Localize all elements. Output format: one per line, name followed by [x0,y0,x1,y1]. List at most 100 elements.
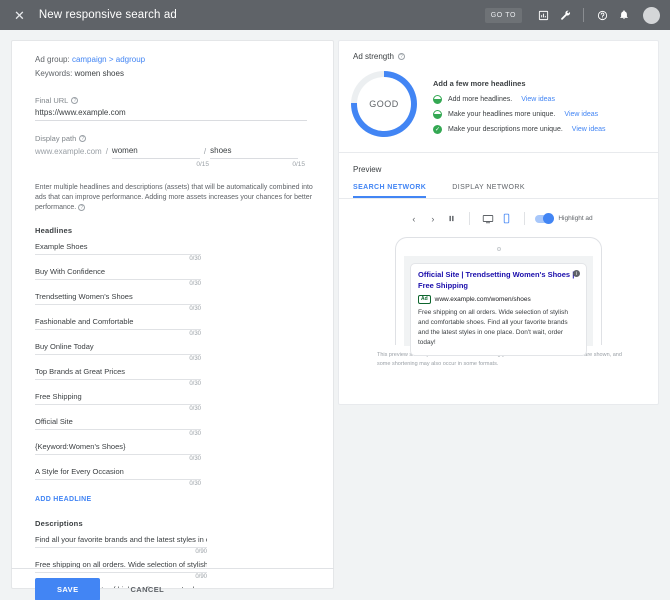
info-icon[interactable]: i [573,270,580,277]
headline-row: Trendsetting Women's Shoes 0/30 [35,288,316,313]
headline-input[interactable]: Free Shipping [35,388,201,405]
view-ideas-link[interactable]: View ideas [572,126,606,133]
help-question-icon[interactable]: ? [78,204,85,211]
headline-input[interactable]: {Keyword:Women's Shoes} [35,438,201,455]
page-title: New responsive search ad [39,9,177,21]
half-circle-icon [433,95,442,104]
toggle-switch[interactable] [535,215,553,223]
ad-group-row: Ad group: campaign > adgroup [35,55,316,64]
assets-helper-copy: Enter multiple headlines and description… [35,184,313,211]
ad-strength-score: GOOD [357,77,411,131]
display-path-slash-1: / [102,147,112,159]
help-question-icon[interactable] [591,4,613,26]
chevron-right-icon[interactable]: › [423,209,442,228]
headlines-list: Example Shoes 0/30 Buy With Confidence 0… [35,238,316,488]
keywords-label: Keywords: [35,69,72,78]
display-path-input-2[interactable]: shoes [210,146,298,159]
mobile-phone-icon[interactable] [497,209,516,228]
display-path-counters: 0/15 0/15 [35,161,316,168]
headlines-heading: Headlines [35,226,316,235]
ad-preview-card: i Official Site | Trendsetting Women's S… [410,263,587,356]
headline-row: Buy Online Today 0/30 [35,338,316,363]
ad-preview-title[interactable]: Official Site | Trendsetting Women's Sho… [418,270,579,292]
headline-row: Fashionable and Comfortable 0/30 [35,313,316,338]
headline-input[interactable]: Buy Online Today [35,338,201,355]
wrench-tools-icon[interactable] [554,4,576,26]
tip-row: Make your headlines more unique. View id… [433,110,606,119]
headline-row: Free Shipping 0/30 [35,388,316,413]
add-headline-button[interactable]: ADD HEADLINE [35,496,92,503]
pause-icon[interactable] [442,209,461,228]
view-ideas-link[interactable]: View ideas [521,96,555,103]
reports-bar-chart-icon[interactable] [532,4,554,26]
headline-counter: 0/30 [35,480,201,488]
preview-tabs: SEARCH NETWORK DISPLAY NETWORK [339,174,658,199]
view-ideas-link[interactable]: View ideas [564,111,598,118]
headline-input[interactable]: A Style for Every Occasion [35,463,201,480]
display-path-counter-2: 0/15 [209,161,305,168]
close-icon[interactable]: ✕ [14,9,25,22]
ad-strength-body: GOOD Add a few more headlines Add more h… [339,61,658,140]
headline-input[interactable]: Buy With Confidence [35,263,201,280]
highlight-ad-toggle[interactable]: Highlight ad [535,215,592,223]
phone-screen: i Official Site | Trendsetting Women's S… [404,256,593,346]
tab-display-network[interactable]: DISPLAY NETWORK [452,184,525,198]
tab-search-network[interactable]: SEARCH NETWORK [353,184,426,198]
display-path-row: www.example.com / women / shoes [35,146,316,159]
headline-counter: 0/30 [35,330,201,338]
headline-counter: 0/30 [35,305,201,313]
display-path-label-row: Display path ? [35,134,316,143]
help-question-icon[interactable]: ? [79,135,86,142]
final-url-label: Final URL [35,96,68,105]
mobile-preview-frame: i Official Site | Trendsetting Women's S… [395,237,602,345]
description-row: Find all your favorite brands and the la… [35,531,316,556]
headline-counter: 0/30 [35,255,201,263]
desktop-monitor-icon[interactable] [478,209,497,228]
help-question-icon[interactable]: ? [398,53,405,60]
display-path-slash-2: / [200,147,210,159]
display-path-prefix: www.example.com [35,147,102,159]
display-path-input-1[interactable]: women [112,146,200,159]
topbar-actions: GO TO [485,4,660,26]
go-to-button[interactable]: GO TO [485,8,522,23]
headline-input[interactable]: Trendsetting Women's Shoes [35,288,201,305]
tips-title: Add a few more headlines [433,79,606,88]
tip-row: ✓ Make your descriptions more unique. Vi… [433,125,606,134]
headline-input[interactable]: Top Brands at Great Prices [35,363,201,380]
headline-row: Official Site 0/30 [35,413,316,438]
headline-input[interactable]: Official Site [35,413,201,430]
descriptions-heading: Descriptions [35,519,316,528]
cancel-button[interactable]: CANCEL [116,578,178,600]
headline-counter: 0/30 [35,455,201,463]
keywords-value: women shoes [75,69,124,78]
form-footer: SAVE CANCEL [11,568,659,600]
chevron-left-icon[interactable]: ‹ [404,209,423,228]
ad-group-link[interactable]: campaign > adgroup [72,55,145,64]
half-circle-icon [433,110,442,119]
headline-counter: 0/30 [35,430,201,438]
editor-body: Ad group: campaign > adgroup Keywords: w… [0,30,670,600]
final-url-input[interactable]: https://www.example.com [35,108,307,121]
ad-badge: Ad [418,295,431,304]
headline-input[interactable]: Example Shoes [35,238,201,255]
account-avatar[interactable] [643,7,660,24]
bell-notifications-icon[interactable] [613,4,635,26]
ad-preview-url: www.example.com/women/shoes [435,296,531,303]
headline-input[interactable]: Fashionable and Comfortable [35,313,201,330]
description-input[interactable]: Find all your favorite brands and the la… [35,531,207,548]
controls-divider [524,212,525,225]
headline-counter: 0/30 [35,405,201,413]
ad-group-label: Ad group: [35,55,70,64]
controls-divider [469,212,470,225]
ad-form-panel: Ad group: campaign > adgroup Keywords: w… [11,40,334,589]
save-button[interactable]: SAVE [35,578,100,600]
help-question-icon[interactable]: ? [71,97,78,104]
ad-strength-heading-row: Ad strength ? [339,41,658,61]
final-url-label-row: Final URL ? [35,96,316,105]
assets-helper-text: Enter multiple headlines and description… [35,183,316,213]
tip-text: Add more headlines. [448,96,512,103]
toolbar-divider [583,8,584,22]
keywords-row: Keywords: women shoes [35,69,316,78]
preview-title: Preview [339,153,658,174]
phone-camera-dot [497,247,501,251]
